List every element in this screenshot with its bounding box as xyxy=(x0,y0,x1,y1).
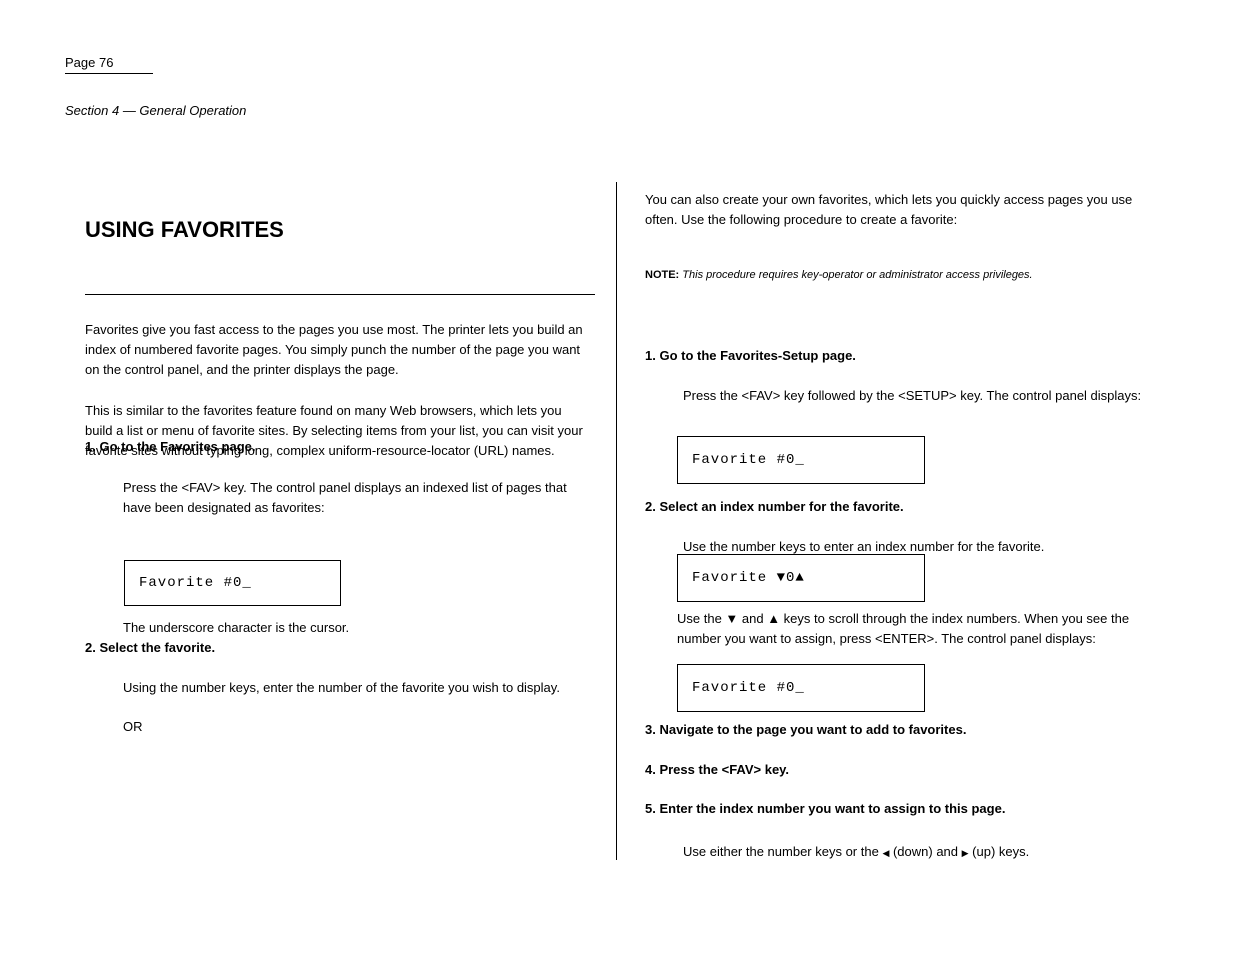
running-header: Section 4 — General Operation xyxy=(65,103,246,118)
manual-page: Page 76 Section 4 — General Operation US… xyxy=(0,0,1235,954)
right-step-2-strong: 2. Select an index number for the favori… xyxy=(645,499,904,514)
note-body: This procedure requires key-operator or … xyxy=(682,269,1032,281)
left-step-2-body: Using the number keys, enter the number … xyxy=(85,678,585,698)
right-intro-text: You can also create your own favorites, … xyxy=(645,192,1132,227)
left-step-2-strong: 2. Select the favorite. xyxy=(85,640,215,655)
lcd-text-left: Favorite #0_ xyxy=(139,575,252,591)
triangle-right-icon xyxy=(962,844,969,859)
right-sub1-text: Use the ▼ and ▲ keys to scroll through t… xyxy=(677,611,1129,646)
left-step-1-strong: 1. Go to the Favorites page. xyxy=(85,439,255,454)
lcd-display-1: Favorite #0_ xyxy=(677,436,925,484)
r6c: (up) keys. xyxy=(969,844,1030,859)
right-step-6: Use either the number keys or the (down)… xyxy=(645,842,1145,862)
lcd-display-left: Favorite #0_ xyxy=(124,560,341,606)
left-step-1-label: 1. Go to the Favorites page. xyxy=(85,437,585,457)
right-step-1-label: 1. Go to the Favorites-Setup page. xyxy=(645,346,1145,366)
right-step-6-line: Use either the number keys or the (down)… xyxy=(683,842,1145,862)
right-step-1-body: Press the <FAV> key followed by the <SET… xyxy=(645,386,1145,406)
lcd-display-3: Favorite #0_ xyxy=(677,664,925,712)
lcd2-text: Favorite ▼0▲ xyxy=(692,570,805,586)
right-sub1: Use the ▼ and ▲ keys to scroll through t… xyxy=(677,609,1147,649)
left-step-1-text: Press the <FAV> key. The control panel d… xyxy=(123,478,585,518)
page-number: Page 76 xyxy=(65,55,153,74)
right-step-5-label: 5. Enter the index number you want to as… xyxy=(645,799,1145,819)
right-step-2-label: 2. Select an index number for the favori… xyxy=(645,497,1145,517)
section-heading: USING FAVORITES xyxy=(85,217,284,243)
left-step-2-or-text: OR xyxy=(123,717,585,737)
r6b: (down) and xyxy=(889,844,961,859)
right-step-4-strong: 4. Press the <FAV> key. xyxy=(645,762,789,777)
right-step-1-strong: 1. Go to the Favorites-Setup page. xyxy=(645,348,856,363)
column-divider xyxy=(616,182,617,860)
lcd-display-2: Favorite ▼0▲ xyxy=(677,554,925,602)
left-step-2-or: OR xyxy=(85,717,585,737)
left-step-2-text-a: Using the number keys, enter the number … xyxy=(123,678,585,698)
left-after-lcd-text: The underscore character is the cursor. xyxy=(123,618,585,638)
left-step-1-body: Press the <FAV> key. The control panel d… xyxy=(85,478,585,518)
section-rule xyxy=(85,294,595,295)
lcd3-text: Favorite #0_ xyxy=(692,680,805,696)
right-intro: You can also create your own favorites, … xyxy=(645,190,1145,230)
note-label: NOTE: xyxy=(645,269,679,281)
left-after-lcd: The underscore character is the cursor. xyxy=(85,618,585,638)
right-step-3-label: 3. Navigate to the page you want to add … xyxy=(645,720,1145,740)
lcd1-text: Favorite #0_ xyxy=(692,452,805,468)
right-step-1-text: Press the <FAV> key followed by the <SET… xyxy=(683,386,1145,406)
right-step-4-label: 4. Press the <FAV> key. xyxy=(645,760,1145,780)
r6a: Use either the number keys or the xyxy=(683,844,882,859)
right-note: NOTE: This procedure requires key-operat… xyxy=(645,268,1125,284)
right-step-3-strong: 3. Navigate to the page you want to add … xyxy=(645,722,966,737)
right-step-5-strong: 5. Enter the index number you want to as… xyxy=(645,801,1005,816)
left-step-2-label: 2. Select the favorite. xyxy=(85,638,585,658)
intro-text-1: Favorites give you fast access to the pa… xyxy=(85,322,583,377)
